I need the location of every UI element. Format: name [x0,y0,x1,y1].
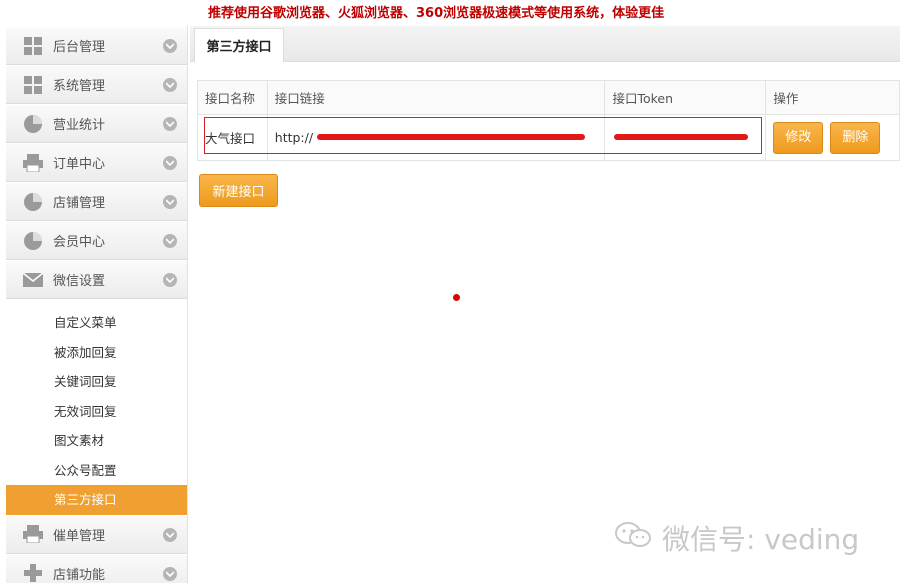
submenu-item[interactable]: 无效词回复 [6,397,187,427]
header-token: 接口Token [604,80,767,115]
chevron-down-icon [163,78,177,92]
pie-chart-icon [23,192,43,212]
edit-button[interactable]: 修改 [773,121,824,154]
tab-third-party-interface[interactable]: 第三方接口 [194,28,284,62]
pie-chart-icon [23,114,43,134]
submenu-item[interactable]: 公众号配置 [6,456,187,486]
sidebar-menu-item[interactable]: 订单中心 [6,143,187,182]
envelope-icon [23,270,43,290]
sidebar-menu-item[interactable]: 催单管理 [6,514,187,554]
sidebar-menu-label: 店铺功能 [53,567,106,583]
sidebar-menu-item[interactable]: 系统管理 [6,65,187,104]
interface-table: 接口名称 接口链接 接口Token 操作 大气接口 http:// 修改 删除 [197,80,900,161]
chevron-down-icon [163,566,177,581]
watermark-text: 微信号: veding [662,523,860,556]
sidebar-menu-label: 订单中心 [53,157,106,172]
watermark: 微信号: veding [614,518,859,558]
chevron-down-icon [163,156,177,170]
sidebar-menu-label: 催单管理 [53,528,106,544]
header-name: 接口名称 [197,80,268,115]
submenu-item[interactable]: 关键词回复 [6,367,187,397]
browser-notice: 推荐使用谷歌浏览器、火狐浏览器、360浏览器极速模式等使用系统，体验更佳 [208,6,665,21]
chevron-down-icon [163,117,177,131]
sidebar-menu-label: 会员中心 [53,235,106,250]
wechat-icon [614,520,654,557]
pie-chart-icon [23,231,43,251]
header-url: 接口链接 [266,80,606,115]
table-row: 大气接口 http:// 修改 删除 [197,114,900,161]
sidebar-menu-item[interactable]: 会员中心 [6,221,187,260]
url-redaction [317,132,586,142]
cell-actions: 修改 删除 [765,114,900,161]
weixin-submenu: 自定义菜单 被添加回复 关键词回复 无效词回复 图文素材 公众号配置 第三方接口 [6,299,187,515]
url-text: http:// [274,130,314,145]
sidebar-menu-item[interactable]: 店铺功能 [6,553,187,583]
grid-icon [23,36,43,56]
submenu-item[interactable]: 被添加回复 [6,338,187,368]
submenu-item[interactable]: 图文素材 [6,426,187,456]
printer-icon [23,524,43,544]
grid-icon [23,75,43,95]
sidebar-menu-item[interactable]: 微信设置 [6,260,187,299]
sidebar-menu-label: 系统管理 [53,79,106,94]
top-notice-bar: 推荐使用谷歌浏览器、火狐浏览器、360浏览器极速模式等使用系统，体验更佳 [0,0,900,26]
sidebar-menu-item[interactable]: 店铺管理 [6,182,187,221]
sidebar-menu-label: 微信设置 [53,274,106,289]
sidebar-menu-label: 后台管理 [53,40,106,55]
header-actions: 操作 [765,80,900,115]
printer-icon [23,153,43,173]
cell-url: http:// [266,114,606,161]
new-interface-button[interactable]: 新建接口 [199,174,278,207]
sidebar: 后台管理系统管理营业统计订单中心店铺管理会员中心微信设置 自定义菜单 被添加回复关… [6,26,188,583]
sidebar-menu-item[interactable]: 后台管理 [6,26,187,65]
cell-token [604,114,767,161]
tab-bar: 第三方接口 [190,26,900,62]
sidebar-menu-label: 营业统计 [53,118,106,133]
delete-button[interactable]: 删除 [830,121,881,154]
submenu-item[interactable]: 自定义菜单 [6,308,187,338]
chevron-down-icon [163,39,177,53]
submenu-item[interactable]: 第三方接口 [6,485,187,515]
chevron-down-icon [163,234,177,248]
cell-name: 大气接口 [197,114,268,161]
sidebar-menu-label: 店铺管理 [53,196,106,211]
red-dot-marker [453,294,460,301]
chevron-down-icon [163,273,177,287]
sidebar-menu-item[interactable]: 营业统计 [6,104,187,143]
table-header-row: 接口名称 接口链接 接口Token 操作 [197,80,900,115]
chevron-down-icon [163,527,177,542]
token-redaction [614,132,749,142]
chevron-down-icon [163,195,177,209]
plus-icon [23,563,43,583]
